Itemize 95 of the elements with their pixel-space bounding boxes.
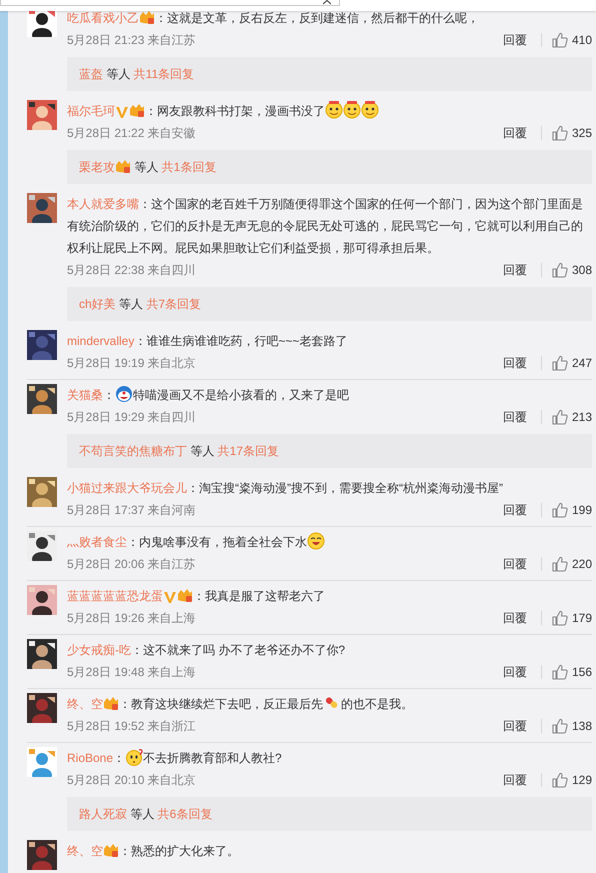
like-count: 156 xyxy=(572,664,592,681)
thumbs-up-icon[interactable] xyxy=(552,125,568,141)
reply-count-link[interactable]: 共7条回复 xyxy=(146,297,202,311)
replies-panel[interactable]: 蓝盔 等人 共11条回复 xyxy=(67,57,592,91)
thumbs-up-icon[interactable] xyxy=(552,355,568,371)
comment-text: 少女戒痴-吃：这不就来了吗 办不了老爷还办不了你? xyxy=(67,642,346,659)
reply-link[interactable]: 回覆 xyxy=(502,499,527,521)
reply-link[interactable]: 回覆 xyxy=(502,769,527,791)
like-count: 213 xyxy=(572,409,592,426)
like-count: 220 xyxy=(572,556,592,573)
thumbs-up-icon[interactable] xyxy=(552,610,568,626)
smiley-icon xyxy=(343,101,361,119)
comment-text: mindervalley：谁谁生病谁谁吃药，行吧~~~老套路了 xyxy=(67,333,348,350)
thumbs-up-icon[interactable] xyxy=(552,772,568,788)
like-count: 308 xyxy=(572,262,592,279)
comment-text: 吃瓜看戏小乙 ：这就是文革，反右反左，反到建迷信，然后都干的什么呢， xyxy=(67,9,480,28)
username-link[interactable]: mindervalley xyxy=(67,334,134,348)
reply-link[interactable]: 回覆 xyxy=(502,607,527,629)
reply-count-link[interactable]: 共1条回复 xyxy=(162,160,216,174)
thumbs-up-icon[interactable] xyxy=(552,262,568,278)
username-link[interactable]: 终、空 xyxy=(67,844,103,858)
replies-panel[interactable]: 路人死寂 等人 共6条回复 xyxy=(67,797,592,831)
reply-link[interactable]: 回覆 xyxy=(502,406,527,428)
reply-link[interactable]: 回覆 xyxy=(502,122,527,144)
timestamp: 5月28日 19:26 来自上海 xyxy=(67,610,196,627)
username-link[interactable]: 福尔毛珂 xyxy=(67,104,115,118)
grin-icon xyxy=(307,532,325,550)
timestamp: 5月28日 17:37 来自河南 xyxy=(67,502,196,519)
username-link[interactable]: 蓝盔 xyxy=(79,67,103,81)
comment-text: 关猫桑： 特喵漫画又不是给小孩看的，又来了是吧 xyxy=(67,384,592,406)
comment-text: RioBone： 不去折腾教育部和人教社? xyxy=(67,747,592,769)
thumbs-up-icon[interactable] xyxy=(552,409,568,425)
comment-text: 蓝蓝蓝蓝蓝恐龙蛋 ：我真是服了这帮老六了 xyxy=(67,587,326,606)
timestamp: 5月28日 20:10 来自北京 xyxy=(67,772,196,789)
timestamp: 5月28日 19:52 来自浙江 xyxy=(67,718,196,735)
reply-link[interactable]: 回覆 xyxy=(502,661,527,683)
like-count: 179 xyxy=(572,610,592,627)
username-link[interactable]: ch好美 xyxy=(79,297,116,311)
timestamp: 5月28日 20:06 来自江苏 xyxy=(67,556,196,573)
reply-link[interactable]: 回覆 xyxy=(502,553,527,575)
cartoon-face-icon xyxy=(115,385,133,403)
replies-panel[interactable]: ch好美 等人 共7条回复 xyxy=(67,287,592,321)
like-count: 138 xyxy=(572,718,592,735)
like-count: 129 xyxy=(572,772,592,789)
smiley-icon xyxy=(361,101,379,119)
timestamp: 5月28日 22:38 来自四川 xyxy=(67,262,196,279)
username-link[interactable]: 少女戒痴-吃 xyxy=(67,643,131,657)
label-text: 等人 xyxy=(129,807,156,821)
username-link[interactable]: 栗老攻 xyxy=(79,160,115,174)
comment-text: 灬败者食尘：内鬼啥事没有，拖着全社会下水 xyxy=(67,531,592,553)
like-count: 325 xyxy=(572,125,592,142)
reply-count-link[interactable]: 共17条回复 xyxy=(218,444,280,458)
timestamp: 5月28日 21:23 来自江苏 xyxy=(67,32,196,49)
username-link[interactable]: 小猫过来跟大爷玩会儿 xyxy=(67,481,187,495)
timestamp: 5月28日 19:29 来自四川 xyxy=(67,409,196,426)
reply-link[interactable]: 回覆 xyxy=(502,352,527,374)
label-text: 等人 xyxy=(118,297,144,311)
username-link[interactable]: 不苟言笑的焦糖布丁 xyxy=(79,444,187,458)
like-count: 247 xyxy=(572,355,592,372)
timestamp: 5月28日 19:19 来自北京 xyxy=(67,355,196,372)
thumbs-up-icon[interactable] xyxy=(552,556,568,572)
reply-count-link[interactable]: 共11条回复 xyxy=(134,67,194,81)
username-link[interactable]: RioBone xyxy=(67,751,114,765)
username-link[interactable]: 终、空 xyxy=(67,697,103,711)
puzzled-face-icon xyxy=(125,748,144,766)
replies-panel[interactable]: 不苟言笑的焦糖布丁 等人 共17条回复 xyxy=(67,434,592,468)
thumbs-up-icon[interactable] xyxy=(552,32,568,48)
username-link[interactable]: 灬败者食尘 xyxy=(67,535,127,549)
comment-text: 小猫过来跟大爷玩会儿：淘宝搜“粢海动漫”搜不到，需要搜全称“杭州粢海动漫书屋” xyxy=(67,480,504,497)
comment-text: 福尔毛珂 ：网友跟教科书打架，漫画书没了 xyxy=(67,100,592,122)
thumbs-up-icon[interactable] xyxy=(552,718,568,734)
replies-panel[interactable]: 栗老攻 等人 共1条回复 xyxy=(67,150,592,184)
username-link[interactable]: 蓝蓝蓝蓝蓝恐龙蛋 xyxy=(67,589,163,603)
username-link[interactable]: 路人死寂 xyxy=(79,807,127,821)
thumbs-up-icon[interactable] xyxy=(552,664,568,680)
label-text: 等人 xyxy=(189,444,216,458)
like-count: 199 xyxy=(572,502,592,519)
reply-link[interactable]: 回覆 xyxy=(502,29,527,51)
comment-text: 终、空 ：熟悉的扩大化来了。 xyxy=(67,842,240,861)
username-link[interactable]: 本人就爱多嘴 xyxy=(67,197,139,211)
timestamp: 5月28日 19:48 来自上海 xyxy=(67,664,196,681)
timestamp: 5月28日 21:22 来自安徽 xyxy=(67,125,196,142)
username-link[interactable]: 吃瓜看戏小乙 xyxy=(67,11,139,25)
label-text: 等人 xyxy=(105,67,132,81)
caret-icon[interactable] xyxy=(323,0,331,5)
label-text: 等人 xyxy=(133,160,160,174)
reply-count-link[interactable]: 共6条回复 xyxy=(158,807,212,821)
username-link[interactable]: 关猫桑 xyxy=(67,388,103,402)
smiley-icon xyxy=(325,101,343,119)
reply-link[interactable]: 回覆 xyxy=(502,259,527,281)
comment-text: 本人就爱多嘴：这个国家的老百姓千万别随便得罪这个国家的任何一个部门，因为这个部门里面是有统治阶级的，它们的反扑是无声无息的令屁民无处可逃的，屁民骂它一句，它就可以利用自己的权利让屁民上不网。屁民如果胆敢让它们利益受损，那可得承担后果。 xyxy=(67,196,584,257)
like-count: 410 xyxy=(572,32,592,49)
comment-text: 终、空 ：教育这块继续烂下去吧，反正最后先 的也不是我。 xyxy=(67,693,592,715)
reply-link[interactable]: 回覆 xyxy=(502,715,527,737)
thumbs-up-icon[interactable] xyxy=(552,502,568,518)
